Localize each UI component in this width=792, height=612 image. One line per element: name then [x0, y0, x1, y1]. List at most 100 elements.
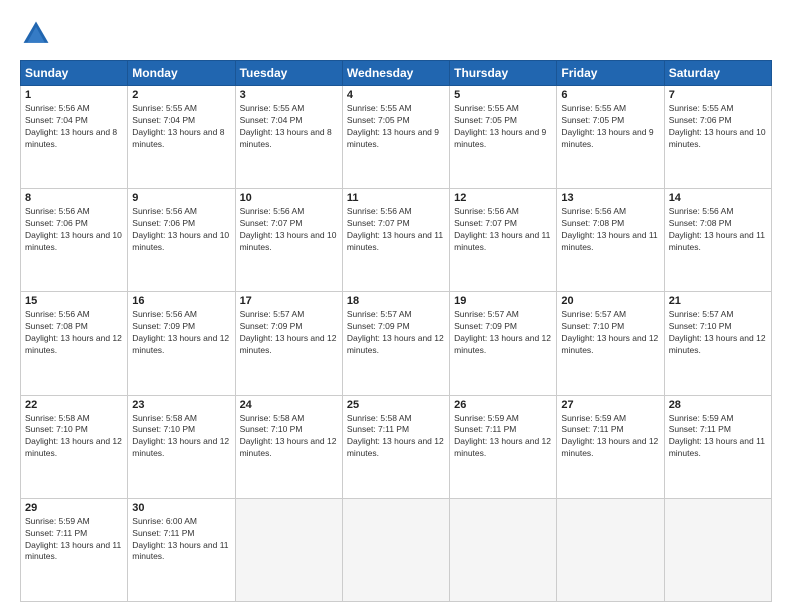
day-info: Sunrise: 5:55 AM Sunset: 7:04 PM Dayligh… [240, 103, 338, 151]
day-info: Sunrise: 5:56 AM Sunset: 7:08 PM Dayligh… [669, 206, 767, 254]
day-number: 16 [132, 295, 230, 307]
day-info: Sunrise: 5:56 AM Sunset: 7:09 PM Dayligh… [132, 309, 230, 357]
day-cell-27: 27 Sunrise: 5:59 AM Sunset: 7:11 PM Dayl… [557, 395, 664, 498]
week-row: 1 Sunrise: 5:56 AM Sunset: 7:04 PM Dayli… [21, 86, 772, 189]
day-number: 3 [240, 89, 338, 101]
day-info: Sunrise: 5:57 AM Sunset: 7:10 PM Dayligh… [669, 309, 767, 357]
day-cell-19: 19 Sunrise: 5:57 AM Sunset: 7:09 PM Dayl… [450, 292, 557, 395]
logo [20, 18, 56, 50]
day-number: 14 [669, 192, 767, 204]
day-number: 7 [669, 89, 767, 101]
day-info: Sunrise: 5:57 AM Sunset: 7:09 PM Dayligh… [454, 309, 552, 357]
day-number: 21 [669, 295, 767, 307]
day-number: 9 [132, 192, 230, 204]
empty-cell [450, 498, 557, 601]
day-info: Sunrise: 5:55 AM Sunset: 7:05 PM Dayligh… [347, 103, 445, 151]
header-sunday: Sunday [21, 61, 128, 86]
day-number: 4 [347, 89, 445, 101]
day-cell-18: 18 Sunrise: 5:57 AM Sunset: 7:09 PM Dayl… [342, 292, 449, 395]
day-number: 19 [454, 295, 552, 307]
day-number: 23 [132, 399, 230, 411]
week-row: 15 Sunrise: 5:56 AM Sunset: 7:08 PM Dayl… [21, 292, 772, 395]
day-info: Sunrise: 5:55 AM Sunset: 7:04 PM Dayligh… [132, 103, 230, 151]
day-number: 11 [347, 192, 445, 204]
day-cell-13: 13 Sunrise: 5:56 AM Sunset: 7:08 PM Dayl… [557, 189, 664, 292]
day-cell-22: 22 Sunrise: 5:58 AM Sunset: 7:10 PM Dayl… [21, 395, 128, 498]
day-number: 15 [25, 295, 123, 307]
header-thursday: Thursday [450, 61, 557, 86]
day-cell-11: 11 Sunrise: 5:56 AM Sunset: 7:07 PM Dayl… [342, 189, 449, 292]
header-friday: Friday [557, 61, 664, 86]
day-cell-8: 8 Sunrise: 5:56 AM Sunset: 7:06 PM Dayli… [21, 189, 128, 292]
weekday-header-row: Sunday Monday Tuesday Wednesday Thursday… [21, 61, 772, 86]
header-wednesday: Wednesday [342, 61, 449, 86]
day-number: 24 [240, 399, 338, 411]
day-cell-2: 2 Sunrise: 5:55 AM Sunset: 7:04 PM Dayli… [128, 86, 235, 189]
day-cell-17: 17 Sunrise: 5:57 AM Sunset: 7:09 PM Dayl… [235, 292, 342, 395]
day-number: 12 [454, 192, 552, 204]
day-cell-14: 14 Sunrise: 5:56 AM Sunset: 7:08 PM Dayl… [664, 189, 771, 292]
day-info: Sunrise: 5:59 AM Sunset: 7:11 PM Dayligh… [25, 516, 123, 564]
day-number: 26 [454, 399, 552, 411]
day-info: Sunrise: 5:56 AM Sunset: 7:07 PM Dayligh… [347, 206, 445, 254]
day-number: 28 [669, 399, 767, 411]
empty-cell [235, 498, 342, 601]
day-number: 30 [132, 502, 230, 514]
day-number: 18 [347, 295, 445, 307]
day-info: Sunrise: 5:57 AM Sunset: 7:09 PM Dayligh… [347, 309, 445, 357]
day-info: Sunrise: 5:57 AM Sunset: 7:10 PM Dayligh… [561, 309, 659, 357]
day-cell-20: 20 Sunrise: 5:57 AM Sunset: 7:10 PM Dayl… [557, 292, 664, 395]
day-info: Sunrise: 5:55 AM Sunset: 7:05 PM Dayligh… [561, 103, 659, 151]
day-cell-21: 21 Sunrise: 5:57 AM Sunset: 7:10 PM Dayl… [664, 292, 771, 395]
page: Sunday Monday Tuesday Wednesday Thursday… [0, 0, 792, 612]
day-cell-24: 24 Sunrise: 5:58 AM Sunset: 7:10 PM Dayl… [235, 395, 342, 498]
day-cell-12: 12 Sunrise: 5:56 AM Sunset: 7:07 PM Dayl… [450, 189, 557, 292]
day-info: Sunrise: 6:00 AM Sunset: 7:11 PM Dayligh… [132, 516, 230, 564]
day-info: Sunrise: 5:56 AM Sunset: 7:06 PM Dayligh… [25, 206, 123, 254]
day-cell-6: 6 Sunrise: 5:55 AM Sunset: 7:05 PM Dayli… [557, 86, 664, 189]
day-cell-4: 4 Sunrise: 5:55 AM Sunset: 7:05 PM Dayli… [342, 86, 449, 189]
day-cell-25: 25 Sunrise: 5:58 AM Sunset: 7:11 PM Dayl… [342, 395, 449, 498]
day-cell-29: 29 Sunrise: 5:59 AM Sunset: 7:11 PM Dayl… [21, 498, 128, 601]
day-cell-23: 23 Sunrise: 5:58 AM Sunset: 7:10 PM Dayl… [128, 395, 235, 498]
day-info: Sunrise: 5:58 AM Sunset: 7:10 PM Dayligh… [132, 413, 230, 461]
week-row: 8 Sunrise: 5:56 AM Sunset: 7:06 PM Dayli… [21, 189, 772, 292]
day-cell-3: 3 Sunrise: 5:55 AM Sunset: 7:04 PM Dayli… [235, 86, 342, 189]
day-cell-30: 30 Sunrise: 6:00 AM Sunset: 7:11 PM Dayl… [128, 498, 235, 601]
day-cell-9: 9 Sunrise: 5:56 AM Sunset: 7:06 PM Dayli… [128, 189, 235, 292]
day-info: Sunrise: 5:56 AM Sunset: 7:08 PM Dayligh… [561, 206, 659, 254]
day-info: Sunrise: 5:55 AM Sunset: 7:05 PM Dayligh… [454, 103, 552, 151]
day-cell-5: 5 Sunrise: 5:55 AM Sunset: 7:05 PM Dayli… [450, 86, 557, 189]
day-info: Sunrise: 5:58 AM Sunset: 7:10 PM Dayligh… [240, 413, 338, 461]
day-cell-16: 16 Sunrise: 5:56 AM Sunset: 7:09 PM Dayl… [128, 292, 235, 395]
day-number: 20 [561, 295, 659, 307]
day-info: Sunrise: 5:57 AM Sunset: 7:09 PM Dayligh… [240, 309, 338, 357]
calendar-table: Sunday Monday Tuesday Wednesday Thursday… [20, 60, 772, 602]
day-info: Sunrise: 5:59 AM Sunset: 7:11 PM Dayligh… [561, 413, 659, 461]
day-number: 27 [561, 399, 659, 411]
week-row: 29 Sunrise: 5:59 AM Sunset: 7:11 PM Dayl… [21, 498, 772, 601]
day-cell-10: 10 Sunrise: 5:56 AM Sunset: 7:07 PM Dayl… [235, 189, 342, 292]
day-number: 1 [25, 89, 123, 101]
day-cell-28: 28 Sunrise: 5:59 AM Sunset: 7:11 PM Dayl… [664, 395, 771, 498]
logo-icon [20, 18, 52, 50]
empty-cell [557, 498, 664, 601]
day-info: Sunrise: 5:58 AM Sunset: 7:10 PM Dayligh… [25, 413, 123, 461]
header-monday: Monday [128, 61, 235, 86]
day-cell-26: 26 Sunrise: 5:59 AM Sunset: 7:11 PM Dayl… [450, 395, 557, 498]
day-number: 5 [454, 89, 552, 101]
day-number: 6 [561, 89, 659, 101]
day-cell-15: 15 Sunrise: 5:56 AM Sunset: 7:08 PM Dayl… [21, 292, 128, 395]
day-number: 17 [240, 295, 338, 307]
day-info: Sunrise: 5:56 AM Sunset: 7:04 PM Dayligh… [25, 103, 123, 151]
day-number: 22 [25, 399, 123, 411]
day-number: 25 [347, 399, 445, 411]
day-info: Sunrise: 5:56 AM Sunset: 7:06 PM Dayligh… [132, 206, 230, 254]
header [20, 18, 772, 50]
day-number: 13 [561, 192, 659, 204]
empty-cell [342, 498, 449, 601]
header-tuesday: Tuesday [235, 61, 342, 86]
day-info: Sunrise: 5:59 AM Sunset: 7:11 PM Dayligh… [454, 413, 552, 461]
day-info: Sunrise: 5:58 AM Sunset: 7:11 PM Dayligh… [347, 413, 445, 461]
day-number: 10 [240, 192, 338, 204]
